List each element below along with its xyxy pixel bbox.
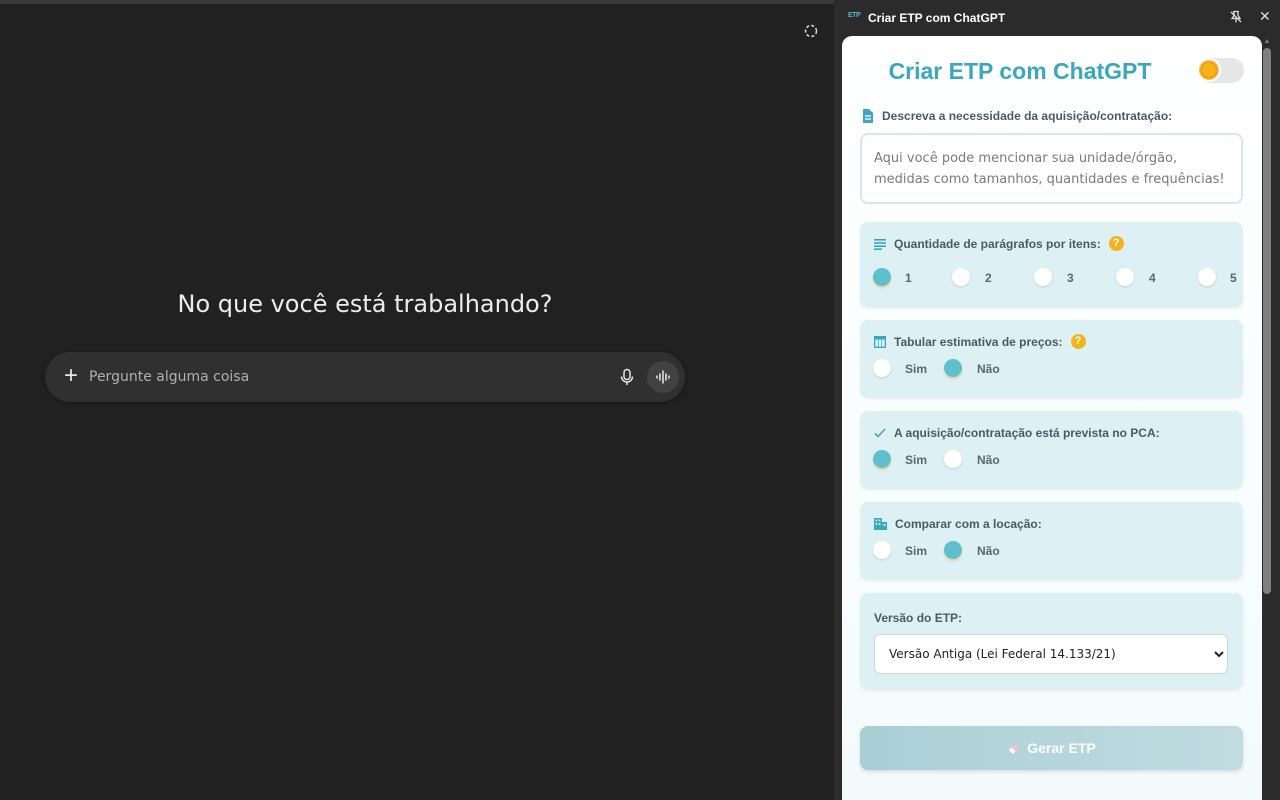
pca-label-row: A aquisição/contratação está prevista no…: [874, 426, 1160, 440]
pca-yes-label: Sim: [905, 453, 928, 467]
paragraphs-help-icon[interactable]: ?: [1108, 236, 1124, 251]
generate-etp-label: Gerar ETP: [1027, 740, 1096, 756]
sun-icon: [1199, 60, 1219, 80]
rental-label-row: Comparar com a locação:: [874, 517, 1042, 531]
microphone-icon[interactable]: [617, 367, 637, 387]
lines-icon: [874, 238, 886, 250]
paragraphs-radio-4[interactable]: [1116, 268, 1134, 286]
paragraphs-card: Quantidade de parágrafos por itens: ? 1 …: [860, 222, 1243, 308]
prices-radio-yes[interactable]: [873, 359, 891, 377]
version-label-row: Versão do ETP:: [874, 611, 962, 625]
paragraphs-option-label: 3: [1067, 271, 1074, 285]
version-card: Versão do ETP: Versão Antiga (Lei Federa…: [860, 593, 1243, 690]
building-icon: [874, 518, 887, 530]
need-label: Descreva a necessidade da aquisição/cont…: [882, 109, 1173, 123]
chat-greeting: No que você está trabalhando?: [177, 290, 553, 318]
paragraphs-option-label: 4: [1149, 271, 1156, 285]
prices-radio-no[interactable]: [944, 359, 962, 377]
eraser-icon: [1009, 744, 1020, 754]
paragraphs-option-label: 2: [985, 271, 992, 285]
rental-card: Comparar com a locação: Sim Não: [860, 502, 1243, 580]
paragraphs-label-row: Quantidade de parágrafos por itens: ?: [874, 236, 1124, 251]
side-panel-title: Criar ETP com ChatGPT: [868, 11, 1006, 25]
scrollbar-thumb[interactable]: [1263, 48, 1271, 594]
chat-area: No que você está trabalhando? +: [0, 0, 834, 800]
prices-card: Tabular estimativa de preços: ? Sim Não: [860, 320, 1243, 398]
paragraphs-radio-2[interactable]: [952, 268, 970, 286]
version-select[interactable]: Versão Antiga (Lei Federal 14.133/21): [874, 634, 1228, 674]
pca-card: A aquisição/contratação está prevista no…: [860, 411, 1243, 489]
rental-label: Comparar com a locação:: [895, 517, 1042, 531]
prompt-input[interactable]: [89, 367, 589, 387]
close-icon[interactable]: ✕: [1259, 9, 1271, 23]
unpin-icon[interactable]: [1229, 10, 1243, 24]
pca-no-label: Não: [977, 453, 1000, 467]
prices-yes-label: Sim: [905, 362, 928, 376]
paragraphs-radio-1[interactable]: [873, 268, 891, 286]
paragraphs-radio-3[interactable]: [1034, 268, 1052, 286]
prices-no-label: Não: [977, 362, 1000, 376]
theme-toggle[interactable]: [1198, 58, 1244, 83]
paragraphs-option-label: 1: [905, 271, 912, 285]
need-label-row: Descreva a necessidade da aquisição/cont…: [862, 109, 1172, 123]
pca-radio-yes[interactable]: [873, 450, 891, 468]
panel-heading: Criar ETP com ChatGPT: [888, 58, 1152, 84]
rental-radio-no[interactable]: [944, 541, 962, 559]
dashed-circle-icon[interactable]: [803, 23, 819, 39]
side-panel-frame: ETP Criar ETP com ChatGPT ✕ ▲ Criar ETP …: [834, 0, 1280, 800]
rental-yes-label: Sim: [905, 544, 928, 558]
need-textarea[interactable]: [860, 133, 1243, 204]
pca-radio-no[interactable]: [944, 450, 962, 468]
rental-radio-yes[interactable]: [873, 541, 891, 559]
table-icon: [874, 335, 886, 348]
paragraphs-radio-5[interactable]: [1198, 268, 1216, 286]
rental-no-label: Não: [977, 544, 1000, 558]
extension-logo: ETP: [848, 12, 861, 19]
side-panel-header: ETP Criar ETP com ChatGPT ✕: [834, 0, 1280, 36]
chat-composer: +: [45, 352, 685, 402]
generate-etp-button[interactable]: Gerar ETP: [860, 726, 1243, 770]
prices-label: Tabular estimativa de preços:: [894, 334, 1063, 349]
prices-label-row: Tabular estimativa de preços: ?: [874, 334, 1086, 349]
document-icon: [863, 109, 873, 123]
add-attachment-button[interactable]: +: [59, 364, 83, 389]
prices-help-icon[interactable]: ?: [1070, 334, 1086, 349]
etp-form-panel: Criar ETP com ChatGPT Descreva a necessi…: [842, 36, 1262, 800]
version-label: Versão do ETP:: [874, 611, 963, 625]
paragraphs-label: Quantidade de parágrafos por itens:: [894, 236, 1101, 251]
paragraphs-option-label: 5: [1230, 271, 1237, 285]
check-icon: [874, 428, 886, 438]
waveform-icon: [656, 370, 670, 384]
pca-label: A aquisição/contratação está prevista no…: [894, 426, 1160, 440]
scroll-up-arrow[interactable]: ▲: [1263, 38, 1271, 46]
voice-mode-button[interactable]: [647, 361, 679, 393]
